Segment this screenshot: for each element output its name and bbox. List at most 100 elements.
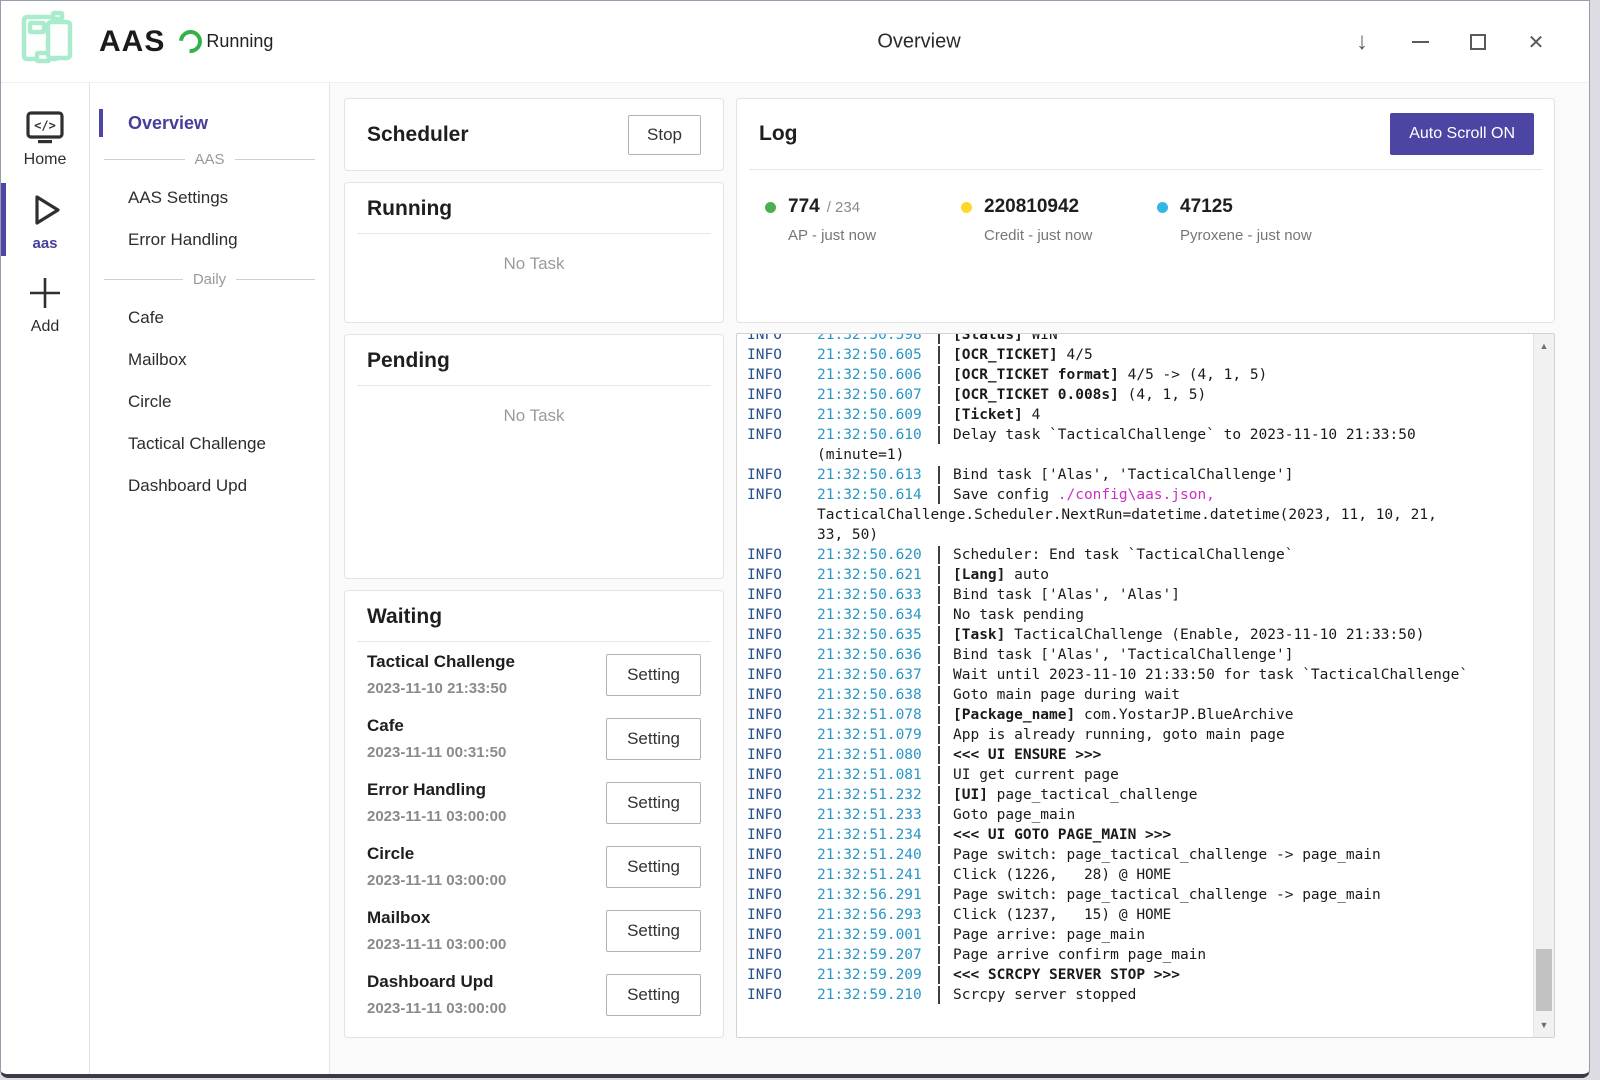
log-line: INFO21:32:59.001Page arrive: page_main (737, 925, 1533, 945)
waiting-task-time: 2023-11-10 21:33:50 (367, 680, 515, 697)
scroll-down-arrow-icon[interactable]: ▼ (1534, 1015, 1554, 1035)
log-line: INFO21:32:59.210Scrcpy server stopped (737, 985, 1533, 1005)
waiting-task-setting-button[interactable]: Setting (606, 782, 701, 824)
app-body: </> Home aas Add OverviewAASAAS Setting (1, 83, 1589, 1075)
log-level: INFO (737, 545, 817, 565)
sidebar-item-error-handling[interactable]: Error Handling (90, 219, 329, 261)
scheduler-status: Running (179, 30, 273, 53)
scroll-up-arrow-icon[interactable]: ▲ (1534, 336, 1554, 356)
log-time: 21:32:56.291 (817, 885, 929, 905)
waiting-task-row: Cafe2023-11-11 00:31:50Setting (345, 706, 723, 770)
log-level: INFO (737, 425, 817, 445)
divider-line (104, 279, 183, 280)
log-time: 21:32:50.633 (817, 585, 929, 605)
waiting-task-row: Circle2023-11-11 03:00:00Setting (345, 834, 723, 898)
log-separator (938, 346, 953, 364)
log-line: INFO21:32:56.291Page switch: page_tactic… (737, 885, 1533, 905)
log-level (737, 445, 817, 465)
rail-item-add[interactable]: Add (1, 264, 89, 342)
close-button[interactable]: ✕ (1523, 29, 1549, 55)
log-level: INFO (737, 865, 817, 885)
divider-line (235, 159, 316, 160)
sidebar-item-label: Dashboard Upd (128, 476, 247, 496)
log-line: INFO21:32:50.613Bind task ['Alas', 'Tact… (737, 465, 1533, 485)
log-time: 21:32:51.079 (817, 725, 929, 745)
hide-window-button[interactable]: ↓ (1349, 29, 1375, 55)
sidebar-item-label: AAS Settings (128, 188, 228, 208)
log-separator (938, 726, 953, 744)
waiting-task-setting-button[interactable]: Setting (606, 718, 701, 760)
log-time: 21:32:50.637 (817, 665, 929, 685)
sidebar-item-cafe[interactable]: Cafe (90, 297, 329, 339)
log-time: 21:32:50.610 (817, 425, 929, 445)
waiting-task-setting-button[interactable]: Setting (606, 846, 701, 888)
log-line: INFO21:32:51.241Click (1226, 28) @ HOME (737, 865, 1533, 885)
sidebar-divider-daily: Daily (90, 262, 329, 296)
log-separator (938, 646, 953, 664)
log-console: INFO21:32:50.598[Status] WININFO21:32:50… (736, 333, 1555, 1038)
log-separator (938, 626, 953, 644)
status-dot-icon (1157, 202, 1168, 213)
log-line: INFO21:32:59.209<<< SCRCPY SERVER STOP >… (737, 965, 1533, 985)
log-message: Page switch: page_tactical_challenge -> … (953, 845, 1533, 865)
waiting-task-setting-button[interactable]: Setting (606, 654, 701, 696)
maximize-button[interactable] (1465, 29, 1491, 55)
log-time: 21:32:59.209 (817, 965, 929, 985)
log-stat-credit: 220810942 Credit - just now (961, 196, 1157, 244)
stat-value-row: 47125 (1157, 196, 1353, 218)
status-dot-icon (961, 202, 972, 213)
waiting-task-time: 2023-11-11 00:31:50 (367, 744, 506, 761)
app-window: AAS Running Overview ↓ ✕ </> Home (0, 0, 1590, 1078)
titlebar: AAS Running Overview ↓ ✕ (1, 1, 1589, 83)
log-separator (938, 906, 953, 924)
play-icon (23, 189, 67, 231)
active-indicator (1, 183, 6, 256)
log-line: INFO21:32:51.078[Package_name] com.Yosta… (737, 705, 1533, 725)
stop-button[interactable]: Stop (628, 115, 701, 155)
waiting-task-name: Circle (367, 844, 506, 864)
scrollbar-thumb[interactable] (1536, 949, 1552, 1011)
log-line: INFO21:32:51.234<<< UI GOTO PAGE_MAIN >>… (737, 825, 1533, 845)
log-level: INFO (737, 345, 817, 365)
log-time: 21:32:51.240 (817, 845, 929, 865)
rail-item-home[interactable]: </> Home (1, 101, 89, 175)
sidebar-item-label: Error Handling (128, 230, 238, 250)
log-level: INFO (737, 605, 817, 625)
log-message: [UI] page_tactical_challenge (953, 785, 1533, 805)
sidebar-item-tactical-challenge[interactable]: Tactical Challenge (90, 423, 329, 465)
log-separator (938, 406, 953, 424)
log-separator (938, 586, 953, 604)
auto-scroll-button[interactable]: Auto Scroll ON (1390, 113, 1534, 155)
stat-label: Credit - just now (984, 227, 1157, 244)
log-scrollbar[interactable]: ▲ ▼ (1533, 334, 1554, 1037)
stat-value-row: 220810942 (961, 196, 1157, 218)
log-separator (938, 386, 953, 404)
rail-item-aas[interactable]: aas (1, 181, 89, 258)
sidebar-divider-aas: AAS (90, 142, 329, 176)
log-line: INFO21:32:50.605[OCR_TICKET] 4/5 (737, 345, 1533, 365)
log-time: 21:32:59.210 (817, 985, 929, 1005)
status-text: Running (206, 31, 273, 52)
waiting-task-name: Error Handling (367, 780, 506, 800)
sidebar-item-overview[interactable]: Overview (90, 105, 329, 141)
waiting-task-info: Tactical Challenge2023-11-10 21:33:50 (367, 652, 515, 697)
waiting-task-setting-button[interactable]: Setting (606, 910, 701, 952)
sidebar-item-aas-settings[interactable]: AAS Settings (90, 177, 329, 219)
log-message: [Ticket] 4 (953, 405, 1533, 425)
sidebar-item-label: Mailbox (128, 350, 187, 370)
sidebar-item-dashboard-upd[interactable]: Dashboard Upd (90, 465, 329, 507)
log-message: Delay task `TacticalChallenge` to 2023-1… (953, 425, 1533, 445)
log-message: UI get current page (953, 765, 1533, 785)
log-time: 21:32:50.605 (817, 345, 929, 365)
log-message: <<< SCRCPY SERVER STOP >>> (953, 965, 1533, 985)
sidebar-item-mailbox[interactable]: Mailbox (90, 339, 329, 381)
waiting-task-setting-button[interactable]: Setting (606, 974, 701, 1016)
log-line: INFO21:32:50.607[OCR_TICKET 0.008s] (4, … (737, 385, 1533, 405)
log-time: 21:32:56.293 (817, 905, 929, 925)
log-level: INFO (737, 365, 817, 385)
log-separator (938, 706, 953, 724)
sidebar-item-circle[interactable]: Circle (90, 381, 329, 423)
log-line: INFO21:32:59.207Page arrive confirm page… (737, 945, 1533, 965)
minimize-button[interactable] (1407, 29, 1433, 55)
pending-card: Pending No Task (344, 334, 724, 579)
